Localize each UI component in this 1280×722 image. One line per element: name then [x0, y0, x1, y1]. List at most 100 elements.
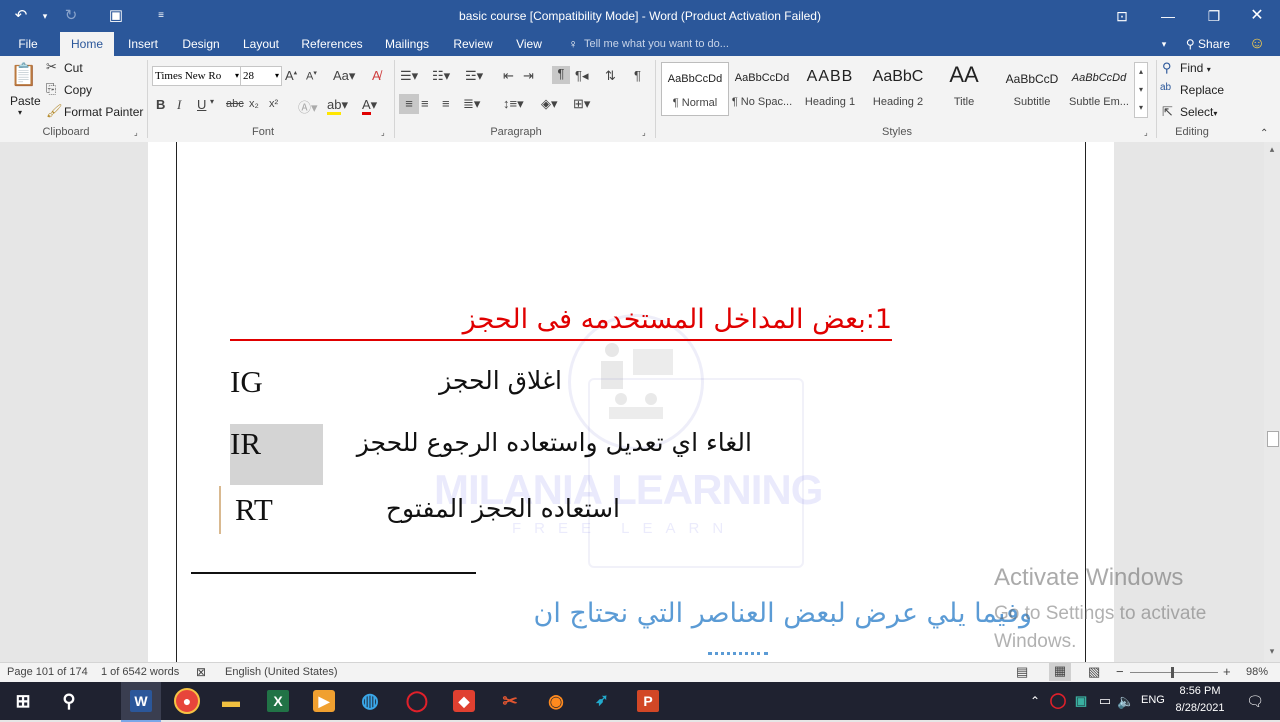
decrease-indent-icon[interactable]: ⇤: [503, 68, 514, 84]
zoom-in-icon[interactable]: +: [1223, 664, 1231, 679]
collapse-ribbon-icon[interactable]: ⌃: [1260, 128, 1268, 139]
font-launcher-icon[interactable]: ⌟: [381, 128, 385, 137]
bold-icon[interactable]: B: [156, 97, 165, 112]
tab-design[interactable]: Design: [176, 32, 226, 56]
align-center-icon[interactable]: ≡: [421, 96, 429, 111]
font-name-box[interactable]: Times New Ro ▾: [152, 66, 242, 86]
word-taskbar-icon[interactable]: W: [121, 682, 161, 722]
scroll-thumb[interactable]: [1267, 431, 1279, 447]
paste-dropdown-icon[interactable]: ▾: [18, 108, 22, 117]
italic-icon[interactable]: I: [177, 97, 181, 113]
share-button[interactable]: ⚲ Share: [1180, 32, 1236, 56]
tab-layout[interactable]: Layout: [236, 32, 286, 56]
vertical-scrollbar[interactable]: ▴ ▾: [1264, 142, 1280, 662]
align-left-icon[interactable]: ≡: [399, 94, 419, 114]
tab-mailings[interactable]: Mailings: [378, 32, 436, 56]
restore-button[interactable]: ❐: [1191, 0, 1237, 32]
media-player-taskbar-icon[interactable]: ▶: [309, 686, 339, 716]
paragraph-launcher-icon[interactable]: ⌟: [642, 128, 646, 137]
snipping-tool-taskbar-icon[interactable]: ✂: [495, 686, 525, 716]
opera-taskbar-icon[interactable]: ◯: [402, 686, 432, 716]
text-effects-icon[interactable]: Ⓐ▾: [298, 97, 318, 116]
ribbon-collapse-icon[interactable]: ▾: [1156, 32, 1172, 56]
style-heading-2[interactable]: AaBbC Heading 2: [865, 62, 931, 114]
firefox-taskbar-icon[interactable]: ◉: [541, 686, 571, 716]
cut-button[interactable]: Cut: [64, 61, 83, 75]
anydesk-taskbar-icon[interactable]: ◆: [449, 686, 479, 716]
tab-home[interactable]: Home: [60, 32, 114, 56]
feedback-smiley-icon[interactable]: ☺: [1246, 32, 1268, 56]
tab-references[interactable]: References: [298, 32, 366, 56]
style-subtle-emphasis[interactable]: AaBbCcDd Subtle Em...: [1066, 62, 1132, 114]
minimize-button[interactable]: —: [1145, 0, 1191, 32]
font-size-box[interactable]: 28 ▾: [240, 66, 282, 86]
font-size-dropdown-icon[interactable]: ▾: [275, 67, 279, 85]
clear-formatting-icon[interactable]: A̸: [372, 68, 381, 83]
clock-time[interactable]: 8:56 PM: [1172, 685, 1228, 697]
style-no-spacing[interactable]: AaBbCcDd ¶ No Spac...: [729, 62, 795, 114]
page-count[interactable]: Page 101 of 174: [7, 666, 88, 678]
shading-icon[interactable]: ◈▾: [541, 96, 558, 112]
borders-icon[interactable]: ⊞▾: [573, 96, 590, 112]
zoom-level[interactable]: 98%: [1246, 666, 1268, 678]
edge-taskbar-icon[interactable]: ◍: [355, 686, 385, 716]
show-formatting-marks-icon[interactable]: ¶: [634, 68, 641, 83]
scroll-down-icon[interactable]: ▾: [1266, 646, 1278, 658]
font-name-dropdown-icon[interactable]: ▾: [235, 67, 239, 85]
superscript-icon[interactable]: x²: [269, 98, 278, 110]
format-painter-button[interactable]: Format Painter: [64, 105, 143, 119]
shrink-font-icon[interactable]: A▾: [306, 69, 317, 83]
underline-dropdown-icon[interactable]: ▾: [210, 97, 214, 106]
numbering-icon[interactable]: ☷▾: [432, 68, 450, 84]
select-dropdown-icon[interactable]: ▾: [1213, 109, 1217, 118]
search-icon[interactable]: ⚲: [54, 686, 84, 716]
justify-icon[interactable]: ≣▾: [463, 96, 480, 112]
styles-launcher-icon[interactable]: ⌟: [1144, 128, 1148, 137]
bullets-icon[interactable]: ☰▾: [400, 68, 418, 84]
zoom-out-icon[interactable]: −: [1116, 664, 1124, 679]
font-color-icon[interactable]: A▾: [362, 97, 377, 115]
tab-file[interactable]: File: [8, 32, 48, 56]
ribbon-display-options-icon[interactable]: ⊡: [1099, 0, 1145, 32]
find-dropdown-icon[interactable]: ▾: [1207, 65, 1211, 74]
multilevel-list-icon[interactable]: ☲▾: [465, 68, 483, 84]
select-button[interactable]: Select▾: [1180, 105, 1217, 119]
style-title[interactable]: AA Title: [931, 62, 997, 114]
style-normal[interactable]: AaBbCcDd ¶ Normal: [661, 62, 729, 116]
zoom-slider[interactable]: [1130, 672, 1218, 673]
clipboard-launcher-icon[interactable]: ⌟: [134, 128, 138, 137]
volume-icon[interactable]: 🔈: [1111, 686, 1141, 716]
style-heading-1[interactable]: AABB Heading 1: [797, 62, 863, 114]
underline-icon[interactable]: U: [197, 97, 206, 112]
paste-button[interactable]: Paste: [10, 94, 41, 108]
tab-insert[interactable]: Insert: [120, 32, 166, 56]
replace-button[interactable]: Replace: [1180, 83, 1224, 97]
highlight-icon[interactable]: ab▾: [327, 97, 348, 115]
subscript-icon[interactable]: x₂: [249, 98, 259, 110]
close-button[interactable]: ✕: [1234, 0, 1280, 32]
print-layout-icon[interactable]: ▦: [1049, 663, 1071, 681]
chrome-taskbar-icon[interactable]: ●: [172, 686, 202, 716]
app-taskbar-icon[interactable]: ➶: [587, 686, 617, 716]
paste-icon[interactable]: 📋: [10, 62, 38, 90]
document-page[interactable]: MILANIA LEARNING FREE LEARN 1:بعض المداخ…: [148, 142, 1114, 662]
web-layout-icon[interactable]: ▧: [1088, 664, 1100, 680]
clock-date[interactable]: 8/28/2021: [1170, 702, 1230, 714]
strikethrough-icon[interactable]: abc: [226, 98, 244, 110]
zoom-slider-thumb[interactable]: [1171, 667, 1174, 678]
rtl-direction-icon[interactable]: ¶◂: [575, 68, 589, 84]
change-case-icon[interactable]: Aa▾: [333, 68, 355, 84]
tab-view[interactable]: View: [508, 32, 550, 56]
language-status[interactable]: English (United States): [225, 666, 338, 678]
ltr-direction-icon[interactable]: ¶: [552, 66, 570, 84]
read-mode-icon[interactable]: ▤: [1016, 664, 1028, 680]
find-button[interactable]: Find ▾: [1180, 61, 1211, 75]
style-subtitle[interactable]: AaBbCcD Subtitle: [999, 62, 1065, 114]
tab-review[interactable]: Review: [448, 32, 498, 56]
tell-me-search[interactable]: Tell me what you want to do...: [584, 32, 764, 56]
windows-start-icon[interactable]: ⊞: [8, 686, 38, 716]
excel-taskbar-icon[interactable]: X: [263, 686, 293, 716]
word-count[interactable]: 1 of 6542 words: [101, 666, 179, 678]
proofing-icon[interactable]: ⊠: [196, 665, 206, 679]
scroll-up-icon[interactable]: ▴: [1266, 144, 1278, 156]
